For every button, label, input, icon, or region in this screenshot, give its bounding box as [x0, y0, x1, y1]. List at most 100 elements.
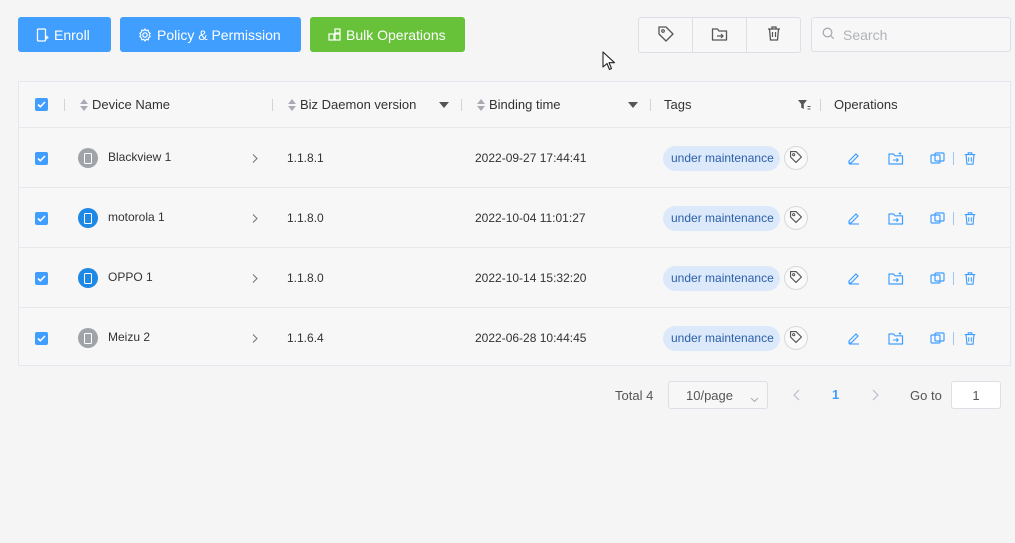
- edit-icon[interactable]: [846, 270, 862, 286]
- row-checkbox[interactable]: [35, 188, 48, 248]
- device-name-cell[interactable]: OPPO 1: [78, 248, 153, 308]
- col-binding-time-label: Binding time: [489, 97, 561, 112]
- biz-daemon-filter-caret-icon[interactable]: [439, 82, 449, 127]
- sort-icon[interactable]: [288, 98, 296, 111]
- tag-badge[interactable]: under maintenance: [663, 145, 780, 171]
- edit-icon[interactable]: [846, 150, 862, 166]
- sort-icon[interactable]: [80, 98, 88, 111]
- tag-badge[interactable]: under maintenance: [663, 265, 780, 291]
- gear-icon: [138, 27, 152, 42]
- batch-move-button[interactable]: [693, 18, 747, 52]
- ops-divider: [953, 151, 954, 165]
- search-input[interactable]: [843, 26, 993, 43]
- folder-move-icon[interactable]: [888, 210, 904, 226]
- trash-icon[interactable]: [962, 270, 978, 286]
- edit-tag-button[interactable]: [784, 146, 808, 170]
- tags-cell: under maintenance: [663, 128, 808, 188]
- folder-move-icon[interactable]: [888, 150, 904, 166]
- ops-divider: [953, 331, 954, 345]
- table-row[interactable]: Meizu 2 1.1.6.4 2022-06-28 10:44:45 under m…: [19, 307, 1010, 367]
- folder-move-icon[interactable]: [888, 330, 904, 346]
- table-row[interactable]: OPPO 1 1.1.8.0 2022-10-14 15:32:20 under ma…: [19, 247, 1010, 307]
- tag-badge[interactable]: under maintenance: [663, 205, 780, 231]
- policy-permission-label: Policy & Permission: [157, 26, 281, 43]
- sort-icon[interactable]: [477, 98, 485, 111]
- row-checkbox[interactable]: [35, 248, 48, 308]
- device-name[interactable]: Blackview 1: [108, 150, 171, 164]
- biz-daemon-version: 1.1.8.0: [287, 211, 324, 225]
- unbind-device-icon[interactable]: [929, 330, 945, 346]
- device-table: Device Name Biz Daemon version Binding t…: [18, 81, 1011, 366]
- biz-daemon-version: 1.1.6.4: [287, 331, 324, 345]
- row-expand-chevron-icon[interactable]: [251, 128, 259, 188]
- operations-cell: [846, 248, 978, 308]
- row-checkbox[interactable]: [35, 308, 48, 368]
- search-box[interactable]: [811, 17, 1011, 52]
- pagination: Total 4 10/page 1 Go to: [0, 381, 1015, 409]
- col-biz-daemon-label: Biz Daemon version: [300, 97, 417, 112]
- col-biz-daemon[interactable]: Biz Daemon version: [288, 82, 416, 127]
- col-operations: Operations: [834, 82, 898, 127]
- bulk-operations-button[interactable]: Bulk Operations: [310, 17, 465, 52]
- folder-move-icon: [711, 26, 729, 45]
- phone-icon: [78, 268, 98, 288]
- trash-icon[interactable]: [962, 330, 978, 346]
- unbind-device-icon[interactable]: [929, 210, 945, 226]
- page-number-current[interactable]: 1: [832, 387, 839, 402]
- edit-tag-button[interactable]: [784, 326, 808, 350]
- tags-cell: under maintenance: [663, 308, 808, 368]
- goto-page-input[interactable]: [951, 381, 1001, 409]
- ops-divider: [953, 271, 954, 285]
- table-row[interactable]: motorola 1 1.1.8.0 2022-10-04 11:01:27 unde…: [19, 187, 1010, 247]
- table-row[interactable]: Blackview 1 1.1.8.1 2022-09-27 17:44:41 und…: [19, 127, 1010, 187]
- col-binding-time[interactable]: Binding time: [477, 82, 561, 127]
- policy-permission-button[interactable]: Policy & Permission: [120, 17, 301, 52]
- prev-page-button[interactable]: [791, 388, 803, 405]
- select-all-checkbox[interactable]: [35, 82, 48, 127]
- page-size-select[interactable]: 10/page: [668, 381, 768, 409]
- edit-tag-button[interactable]: [784, 266, 808, 290]
- enroll-label: Enroll: [54, 26, 90, 43]
- tags-cell: under maintenance: [663, 248, 808, 308]
- chevron-down-icon: [750, 391, 759, 406]
- biz-daemon-version: 1.1.8.1: [287, 151, 324, 165]
- enroll-button[interactable]: Enroll: [18, 17, 111, 52]
- next-page-button[interactable]: [869, 388, 881, 405]
- trash-icon[interactable]: [962, 150, 978, 166]
- operations-cell: [846, 188, 978, 248]
- row-expand-chevron-icon[interactable]: [251, 188, 259, 248]
- binding-time-filter-caret-icon[interactable]: [628, 82, 638, 127]
- edit-tag-button[interactable]: [784, 206, 808, 230]
- batch-tag-button[interactable]: [639, 18, 693, 52]
- mouse-cursor-icon: [602, 51, 616, 74]
- batch-delete-button[interactable]: [747, 18, 800, 52]
- device-name-cell[interactable]: Blackview 1: [78, 128, 171, 188]
- binding-time: 2022-09-27 17:44:41: [475, 151, 587, 165]
- device-name-cell[interactable]: Meizu 2: [78, 308, 150, 368]
- col-device-name-label: Device Name: [92, 97, 171, 112]
- trash-icon[interactable]: [962, 210, 978, 226]
- goto-label: Go to: [910, 388, 942, 403]
- tag-icon: [789, 150, 803, 167]
- col-device-name[interactable]: Device Name: [80, 82, 170, 127]
- biz-daemon-version: 1.1.8.0: [287, 271, 324, 285]
- enroll-icon: [36, 27, 49, 42]
- device-name[interactable]: OPPO 1: [108, 270, 153, 284]
- unbind-device-icon[interactable]: [929, 270, 945, 286]
- unbind-device-icon[interactable]: [929, 150, 945, 166]
- row-expand-chevron-icon[interactable]: [251, 308, 259, 368]
- folder-move-icon[interactable]: [888, 270, 904, 286]
- phone-icon: [78, 328, 98, 348]
- row-expand-chevron-icon[interactable]: [251, 248, 259, 308]
- row-checkbox[interactable]: [35, 128, 48, 188]
- batch-action-group: [638, 17, 801, 53]
- device-name-cell[interactable]: motorola 1: [78, 188, 165, 248]
- tag-filter-icon[interactable]: [797, 82, 811, 127]
- edit-icon[interactable]: [846, 330, 862, 346]
- tag-badge[interactable]: under maintenance: [663, 325, 780, 351]
- device-name[interactable]: Meizu 2: [108, 330, 150, 344]
- tag-icon: [789, 330, 803, 347]
- edit-icon[interactable]: [846, 210, 862, 226]
- table-header: Device Name Biz Daemon version Binding t…: [19, 82, 1010, 127]
- device-name[interactable]: motorola 1: [108, 210, 165, 224]
